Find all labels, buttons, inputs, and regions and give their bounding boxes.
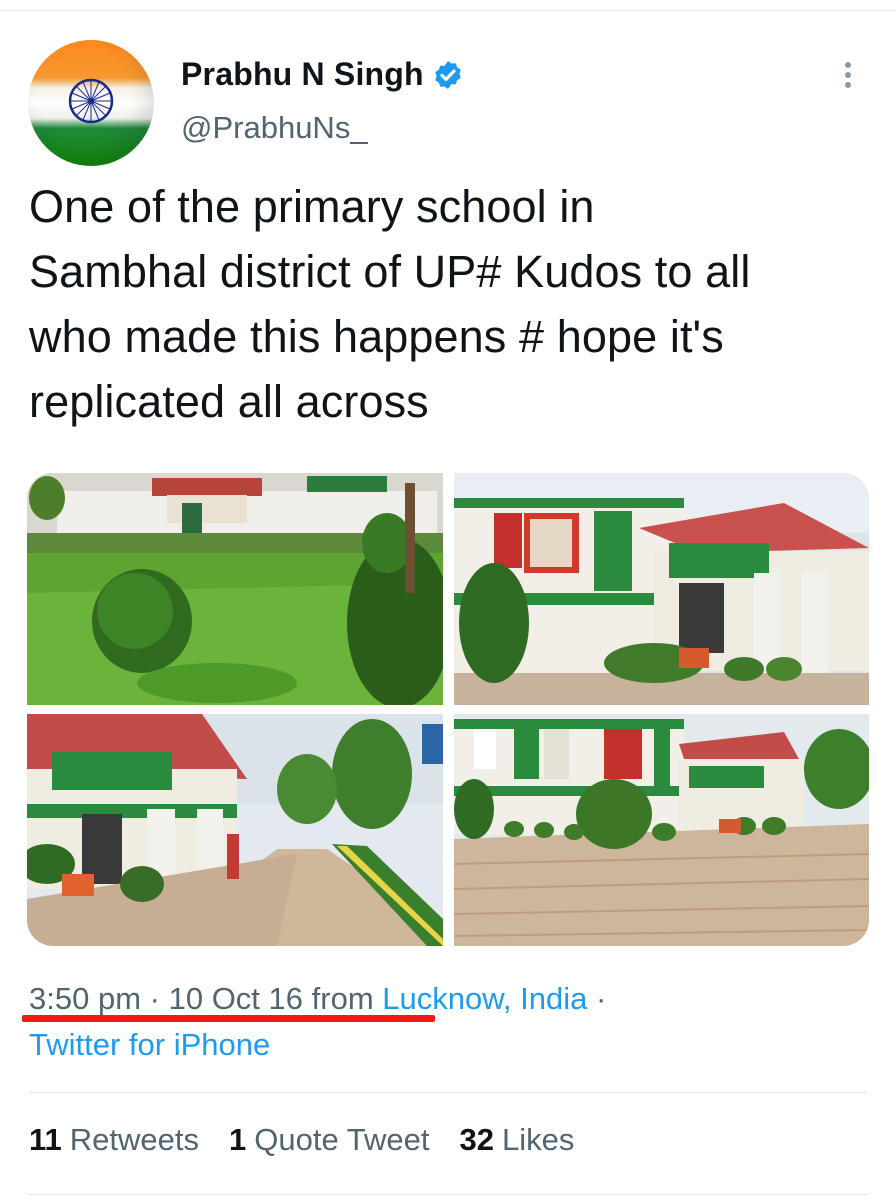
- author-name-row[interactable]: Prabhu N Singh: [181, 56, 464, 93]
- author-handle[interactable]: @PrabhuNs_: [181, 110, 368, 146]
- retweets-stat[interactable]: 11 Retweets: [29, 1122, 199, 1158]
- author-name[interactable]: Prabhu N Singh: [181, 56, 424, 93]
- ashoka-chakra-icon: [68, 78, 114, 124]
- likes-count: 32: [459, 1122, 494, 1157]
- top-border: [0, 0, 896, 11]
- divider: [28, 1194, 868, 1195]
- retweets-label: Retweets: [69, 1122, 200, 1157]
- media-grid: [27, 473, 869, 946]
- location-link[interactable]: Lucknow, India: [382, 981, 587, 1016]
- photo-school-lawn[interactable]: [27, 473, 443, 705]
- retweets-count: 11: [29, 1122, 62, 1157]
- tweet-meta: 3:50 pm · 10 Oct 16 from Lucknow, India …: [29, 976, 869, 1068]
- meta-separator: ·: [149, 981, 160, 1016]
- likes-label: Likes: [501, 1122, 575, 1157]
- photo-school-pathway[interactable]: [27, 714, 443, 946]
- tweet-time[interactable]: 3:50 pm: [29, 981, 141, 1016]
- likes-stat[interactable]: 32 Likes: [459, 1122, 574, 1158]
- more-options-icon[interactable]: [838, 58, 858, 98]
- quote-tweets-count: 1: [229, 1122, 247, 1157]
- photo-school-courtyard[interactable]: [454, 714, 869, 946]
- author-avatar[interactable]: [28, 40, 154, 166]
- engagement-stats: 11 Retweets 1 Quote Tweet 32 Likes: [29, 1122, 574, 1158]
- divider: [28, 1092, 868, 1093]
- photo-school-building[interactable]: [454, 473, 869, 705]
- quote-tweets-label: Quote Tweet: [254, 1122, 430, 1157]
- quote-tweets-stat[interactable]: 1 Quote Tweet: [229, 1122, 429, 1158]
- red-underline-annotation: [22, 1015, 435, 1022]
- from-label: from: [311, 981, 374, 1016]
- source-app-link[interactable]: Twitter for iPhone: [29, 1027, 270, 1062]
- tweet-date[interactable]: 10 Oct 16: [169, 981, 303, 1016]
- tweet-text: One of the primary school in Sambhal dis…: [29, 181, 751, 427]
- verified-badge-icon: [435, 60, 461, 89]
- meta-separator: ·: [595, 981, 607, 1016]
